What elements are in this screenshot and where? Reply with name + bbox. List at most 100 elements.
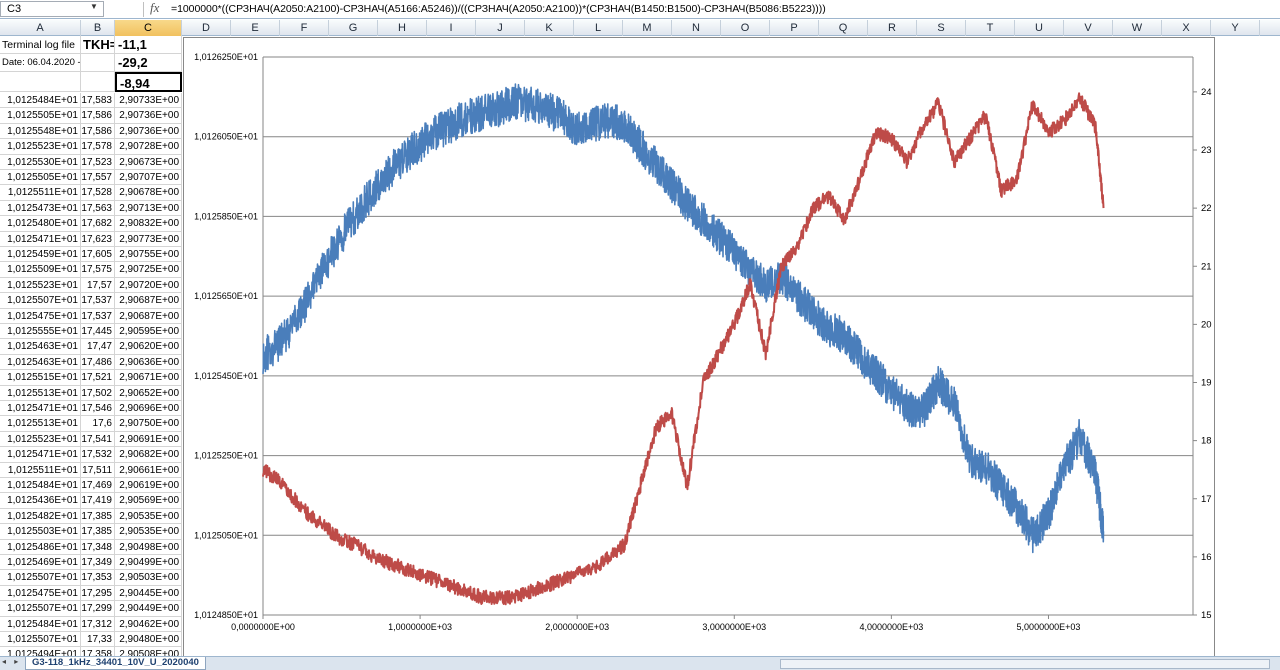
cell-c[interactable]: 2,90503E+00 [115,570,182,586]
cell-b[interactable]: 17,57 [81,277,115,293]
cell-c-r1[interactable]: -11,1 [115,36,182,54]
cell-b[interactable]: 17,537 [81,293,115,309]
cell-b[interactable]: 17,586 [81,108,115,124]
cell-a[interactable]: 1,0125530E+01 [0,154,81,170]
cell-b[interactable]: 17,469 [81,478,115,493]
column-header-m[interactable]: M [623,20,672,36]
cell-b[interactable]: 17,682 [81,216,115,232]
cell-b[interactable]: 17,385 [81,524,115,540]
cell-a[interactable]: 1,0125507E+01 [0,601,81,617]
cell-b[interactable]: 17,541 [81,431,115,447]
cell-c[interactable]: 2,90725E+00 [115,262,182,278]
cell-c[interactable]: 2,90687E+00 [115,293,182,309]
cell-c[interactable]: 2,90720E+00 [115,277,182,293]
cell-a[interactable]: 1,0125482E+01 [0,508,81,524]
cell-b[interactable]: 17,605 [81,247,115,262]
cell-a[interactable]: 1,0125480E+01 [0,216,81,232]
cell-a[interactable]: 1,0125523E+01 [0,431,81,447]
cell-c[interactable]: 2,90696E+00 [115,401,182,416]
cell-a[interactable]: 1,0125503E+01 [0,524,81,540]
cell-a[interactable]: 1,0125513E+01 [0,385,81,401]
cell-a[interactable]: 1,0125511E+01 [0,185,81,201]
sheet-tab-active[interactable]: G3-118_1kHz_34401_10V_U_2020040 [25,657,206,670]
cell-c[interactable]: 2,90673E+00 [115,154,182,170]
cell-a[interactable]: 1,0125459E+01 [0,247,81,262]
cell-c[interactable]: 2,90750E+00 [115,416,182,432]
cell-b[interactable]: 17,521 [81,370,115,386]
cell-b[interactable]: 17,511 [81,462,115,478]
cell-b[interactable]: 17,419 [81,493,115,509]
cell-b[interactable]: 17,578 [81,139,115,155]
cell-a[interactable]: 1,0125494E+01 [0,647,81,656]
cell-b[interactable]: 17,575 [81,262,115,278]
cell-a[interactable]: 1,0125486E+01 [0,539,81,555]
column-header-i[interactable]: I [427,20,476,36]
column-header-l[interactable]: L [574,20,623,36]
cell-a[interactable]: 1,0125523E+01 [0,139,81,155]
column-header-r[interactable]: R [868,20,917,36]
cell-b[interactable]: 17,299 [81,601,115,617]
cell-b[interactable]: 17,6 [81,416,115,432]
column-header-g[interactable]: G [329,20,378,36]
cell-c[interactable]: 2,90678E+00 [115,185,182,201]
tab-navigation-icons[interactable]: ◂ ▸ [2,657,21,666]
cell-b[interactable]: 17,312 [81,616,115,632]
cell-a[interactable]: 1,0125469E+01 [0,555,81,570]
cell-c[interactable]: 2,90661E+00 [115,462,182,478]
column-header-a[interactable]: A [0,20,81,36]
cell-c[interactable]: 2,90728E+00 [115,139,182,155]
column-header-t[interactable]: T [966,20,1015,36]
cell-a[interactable]: 1,0125475E+01 [0,308,81,324]
cell-c[interactable]: 2,90736E+00 [115,123,182,139]
insert-function-icon[interactable]: fx [150,0,159,16]
cell-b-r3[interactable] [81,72,115,92]
cell-b[interactable]: 17,532 [81,447,115,463]
column-header-w[interactable]: W [1113,20,1162,36]
column-header-y[interactable]: Y [1211,20,1260,36]
cell-c[interactable]: 2,90498E+00 [115,539,182,555]
cell-a-r2[interactable]: Date: 06.04.2020 - 1:01:1 [0,54,81,72]
cell-a[interactable]: 1,0125555E+01 [0,324,81,339]
line-chart[interactable]: 1,0126250E+01 1,0126050E+01 1,0125850E+01 1… [183,37,1274,657]
cell-c[interactable]: 2,90773E+00 [115,231,182,247]
cell-c[interactable]: 2,90636E+00 [115,354,182,370]
cell-c[interactable]: 2,90736E+00 [115,108,182,124]
cell-c[interactable]: 2,90713E+00 [115,200,182,216]
cell-a[interactable]: 1,0125471E+01 [0,231,81,247]
cell-c-r2[interactable]: -29,2 [115,54,182,72]
name-box[interactable]: C3 [0,1,104,17]
column-header-o[interactable]: O [721,20,770,36]
cell-a[interactable]: 1,0125515E+01 [0,370,81,386]
cell-b[interactable]: 17,47 [81,339,115,355]
cell-c[interactable]: 2,90569E+00 [115,493,182,509]
cell-a[interactable]: 1,0125475E+01 [0,585,81,601]
column-header-k[interactable]: K [525,20,574,36]
cell-a[interactable]: 1,0125505E+01 [0,108,81,124]
cell-b[interactable]: 17,353 [81,570,115,586]
cell-a[interactable]: 1,0125473E+01 [0,200,81,216]
cell-c[interactable]: 2,90652E+00 [115,385,182,401]
column-header-b[interactable]: B [81,20,115,36]
cell-c[interactable]: 2,90449E+00 [115,601,182,617]
column-header-d[interactable]: D [182,20,231,36]
cell-c[interactable]: 2,90687E+00 [115,308,182,324]
cell-c[interactable]: 2,90480E+00 [115,632,182,647]
cell-a[interactable]: 1,0125484E+01 [0,478,81,493]
formula-input[interactable]: =1000000*((СРЗНАЧ(A2050:A2100)-СРЗНАЧ(A5… [171,3,826,15]
column-header-v[interactable]: V [1064,20,1113,36]
cell-b[interactable]: 17,445 [81,324,115,339]
cell-c[interactable]: 2,90535E+00 [115,508,182,524]
column-header-j[interactable]: J [476,20,525,36]
cell-a[interactable]: 1,0125484E+01 [0,93,81,108]
cell-c[interactable]: 2,90535E+00 [115,524,182,540]
column-header-p[interactable]: P [770,20,819,36]
cell-a[interactable]: 1,0125471E+01 [0,447,81,463]
cell-b[interactable]: 17,623 [81,231,115,247]
cell-b[interactable]: 17,358 [81,647,115,656]
cell-a[interactable]: 1,0125507E+01 [0,632,81,647]
column-header-n[interactable]: N [672,20,721,36]
name-box-dropdown-icon[interactable]: ▼ [90,2,98,11]
cell-c[interactable]: 2,90733E+00 [115,93,182,108]
cell-a-r1[interactable]: Terminal log file [0,36,81,54]
cell-grid[interactable]: Terminal log file TKH= -11,1 Date: 06.04.20… [0,36,182,656]
